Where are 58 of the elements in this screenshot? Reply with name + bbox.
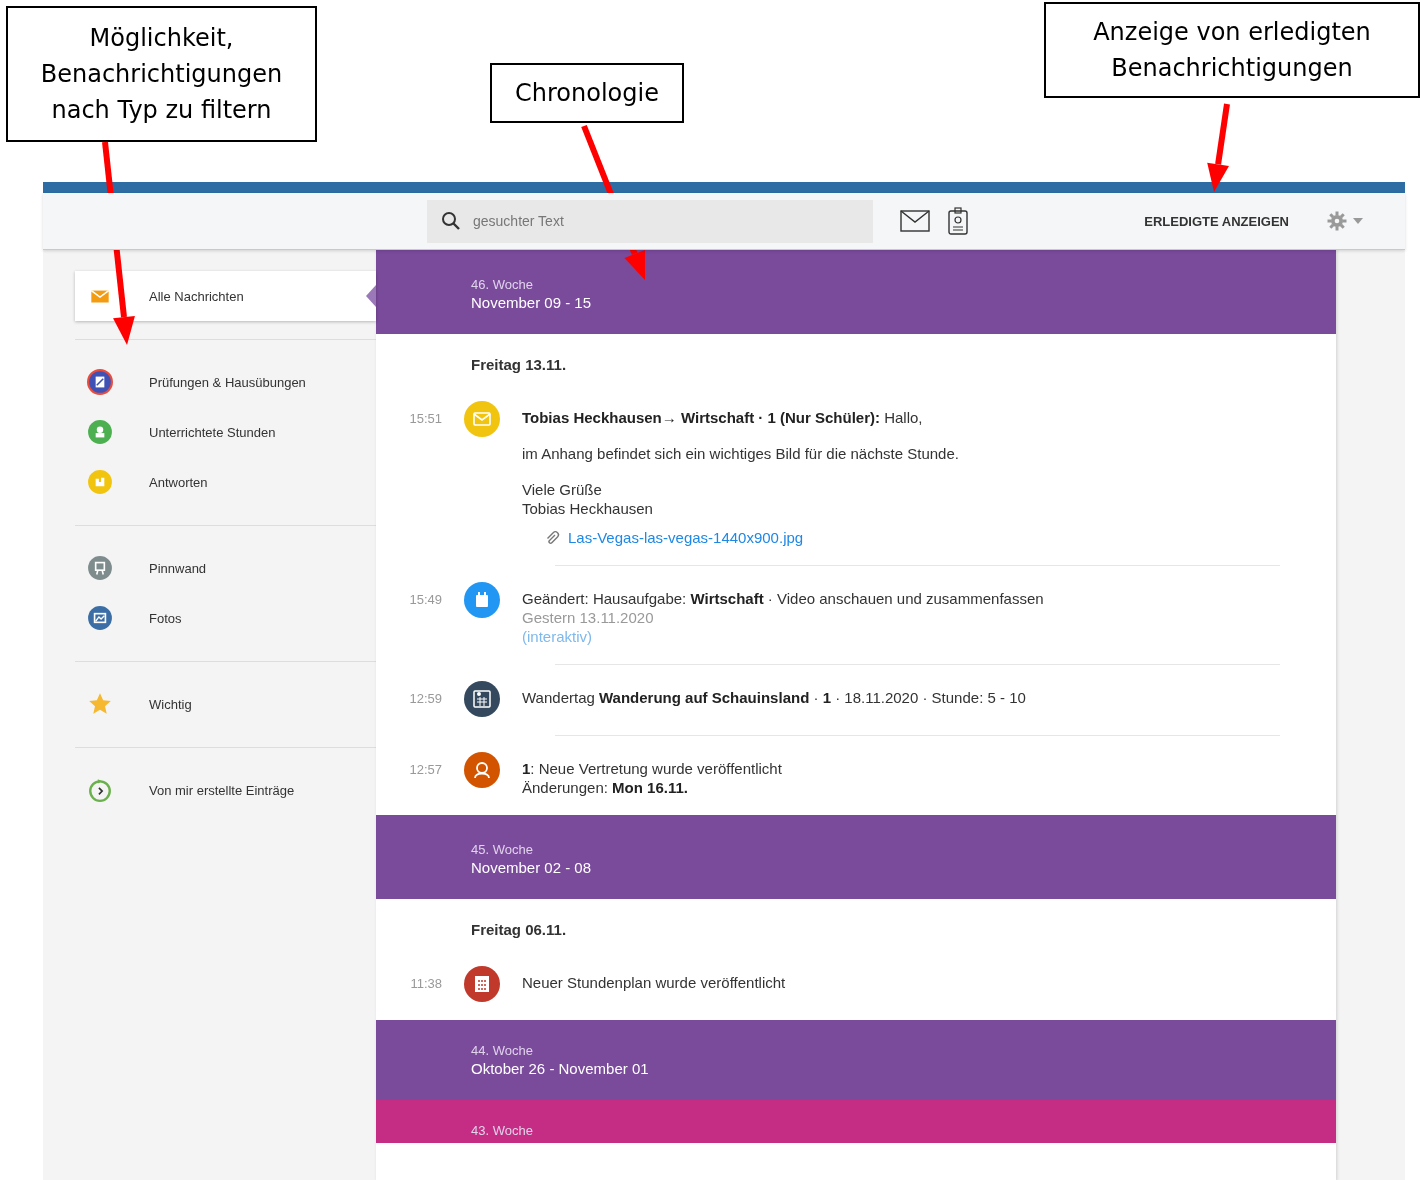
grid-icon bbox=[464, 966, 500, 1002]
sidebar-item[interactable]: Pinnwand bbox=[75, 543, 376, 593]
week-range: Oktober 26 - November 01 bbox=[471, 1059, 650, 1078]
entry-time: 15:51 bbox=[408, 410, 442, 426]
message-text: Neuer Stundenplan wurde veröffentlicht bbox=[522, 973, 787, 992]
search-field[interactable]: gesuchter Text bbox=[427, 199, 873, 243]
picture-icon bbox=[87, 605, 113, 631]
star-icon bbox=[87, 691, 113, 717]
sidebar-item[interactable]: Antworten bbox=[75, 457, 376, 507]
backpack-icon bbox=[464, 582, 500, 618]
sidebar-item[interactable]: Wichtig bbox=[75, 679, 376, 729]
message-text: Viele Grüße bbox=[522, 480, 603, 499]
envelope-icon bbox=[464, 401, 500, 437]
document-icon bbox=[87, 369, 113, 395]
date-text: Gestern 13.11.2020 bbox=[522, 608, 655, 627]
entry-time: 15:49 bbox=[408, 591, 442, 607]
week-number: 45. Woche bbox=[471, 841, 534, 858]
search-input[interactable]: gesuchter Text bbox=[471, 212, 873, 230]
message-text: Tobias Heckhausen bbox=[522, 499, 654, 518]
day-heading: Freitag 13.11. bbox=[470, 355, 568, 375]
week-range: November 02 - 08 bbox=[471, 858, 593, 877]
message-text: Tobias Heckhausen→ Wirtschaft · 1 (Nur Schüler): Hallo, bbox=[522, 408, 924, 427]
easel-icon bbox=[87, 555, 113, 581]
message-text: im Anhang befindet sich ein wichtiges Bild für die nächste Stunde. bbox=[522, 444, 960, 463]
day-heading: Freitag 06.11. bbox=[470, 920, 568, 940]
paperclip-icon bbox=[544, 529, 560, 546]
sidebar-item[interactable]: Fotos bbox=[75, 593, 376, 643]
gear-icon bbox=[1327, 211, 1347, 231]
person-icon bbox=[464, 752, 500, 788]
badge-icon[interactable] bbox=[948, 207, 968, 235]
message-text: Änderungen: Mon 16.11. bbox=[522, 778, 689, 797]
envelope-icon[interactable] bbox=[900, 210, 930, 232]
show-done-button[interactable]: ERLEDIGTE ANZEIGEN bbox=[1144, 207, 1289, 235]
message-text: 1: Neue Vertretung wurde veröffentlicht bbox=[522, 759, 783, 778]
sidebar-item[interactable]: Prüfungen & Hausübungen bbox=[75, 357, 376, 407]
entry-time: 11:38 bbox=[409, 975, 442, 991]
annotation-callout: Anzeige von erledigten Benachrichtigungen bbox=[1044, 2, 1420, 98]
week-number: 43. Woche bbox=[471, 1122, 534, 1139]
sidebar-item[interactable]: Alle Nachrichten bbox=[75, 271, 376, 321]
caret-icon bbox=[1353, 218, 1363, 224]
attachment-link[interactable]: Las-Vegas-las-vegas-1440x900.jpg bbox=[568, 528, 804, 547]
clock-icon bbox=[87, 777, 113, 803]
week-number: 44. Woche bbox=[471, 1042, 534, 1059]
message-text: Wandertag Wanderung auf Schauinsland · 1 · 18.11.2020 · Stunde: 5 - 10 bbox=[522, 688, 1027, 707]
chart-icon bbox=[87, 469, 113, 495]
week-range: November 09 - 15 bbox=[471, 293, 593, 312]
message-text: Geändert: Hausaufgabe: Wirtschaft · Video anschauen und zusammenfassen bbox=[522, 589, 1045, 608]
search-icon bbox=[441, 211, 461, 231]
annotation-callout: Chronologie bbox=[490, 63, 684, 123]
annotation-callout: Möglichkeit, Benachrichtigungen nach Typ zu filtern bbox=[6, 6, 317, 142]
entry-time: 12:59 bbox=[408, 690, 442, 706]
week-number: 46. Woche bbox=[471, 276, 534, 293]
calendar-icon bbox=[464, 681, 500, 717]
sidebar-item[interactable]: Unterrichtete Stunden bbox=[75, 407, 376, 457]
sidebar-item[interactable]: Von mir erstellte Einträge bbox=[75, 765, 376, 815]
settings-button[interactable] bbox=[1325, 209, 1365, 233]
entry-time: 12:57 bbox=[408, 761, 442, 777]
person-icon bbox=[87, 419, 113, 445]
